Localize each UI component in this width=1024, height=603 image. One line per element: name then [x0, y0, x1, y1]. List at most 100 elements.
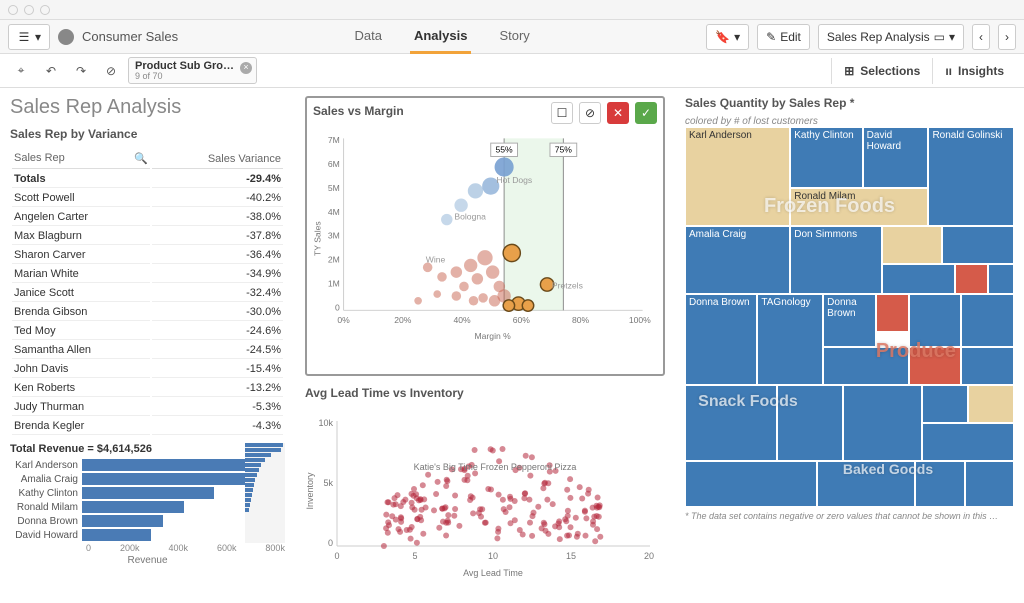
- svg-text:10: 10: [488, 551, 498, 561]
- table-row[interactable]: Ken Roberts-13.2%: [12, 380, 283, 397]
- treemap-cell[interactable]: Donna Brown: [685, 294, 757, 385]
- step-back-button[interactable]: ↶: [38, 58, 64, 84]
- search-selection-icon: ⌖: [18, 63, 25, 78]
- bar-row[interactable]: David Howard: [10, 529, 285, 541]
- selections-icon: ⊞: [844, 64, 854, 78]
- app-title: Consumer Sales: [82, 29, 178, 44]
- treemap-cell[interactable]: [817, 461, 916, 507]
- treemap-cell[interactable]: [882, 264, 954, 294]
- chip-close-icon[interactable]: ×: [240, 62, 252, 74]
- treemap-cell[interactable]: [685, 385, 777, 461]
- svg-text:5: 5: [412, 551, 417, 561]
- bar-row[interactable]: Ronald Milam: [10, 501, 285, 513]
- table-row[interactable]: Janice Scott-32.4%: [12, 285, 283, 302]
- treemap-cell[interactable]: [843, 385, 922, 461]
- table-row[interactable]: John Davis-15.4%: [12, 361, 283, 378]
- selection-chip[interactable]: Product Sub Gro… 9 of 70 ×: [128, 57, 257, 85]
- cancel-button[interactable]: ✕: [607, 102, 629, 124]
- right-panel-tabs: ⊞ Selections ıı Insights: [831, 58, 1016, 84]
- search-icon[interactable]: 🔍: [134, 152, 148, 165]
- table-row[interactable]: Max Blagburn-37.8%: [12, 228, 283, 245]
- bar-row[interactable]: Karl Anderson: [10, 459, 285, 471]
- bar-row[interactable]: Donna Brown: [10, 515, 285, 527]
- svg-text:100%: 100%: [629, 315, 651, 325]
- table-row[interactable]: Sharon Carver-36.4%: [12, 247, 283, 264]
- bar-row[interactable]: Amalia Craig: [10, 473, 285, 485]
- smart-search-button[interactable]: ⌖: [8, 58, 34, 84]
- prev-sheet-button[interactable]: ‹: [972, 24, 990, 50]
- treemap-cell[interactable]: Don Simmons: [790, 226, 882, 294]
- lasso-button[interactable]: ☐: [551, 102, 573, 124]
- treemap-cell[interactable]: [968, 385, 1014, 423]
- treemap-cell[interactable]: Amalia Craig: [685, 226, 790, 294]
- sales-margin-chart[interactable]: ☐ ⊘ ✕ ✓ Sales vs Margin TY Sales 7M 6M 5…: [305, 96, 665, 376]
- app-logo-icon: [58, 29, 74, 45]
- traffic-light-max[interactable]: [40, 5, 50, 15]
- revenue-chart[interactable]: Total Revenue = $4,614,526 Karl Anderson…: [10, 443, 285, 566]
- treemap-cell[interactable]: [922, 423, 1014, 461]
- treemap-cell[interactable]: [965, 461, 1014, 507]
- edit-button[interactable]: ✎ Edit: [757, 24, 810, 50]
- svg-text:Wine: Wine: [426, 255, 446, 265]
- treemap-cell[interactable]: [777, 385, 843, 461]
- bar-row[interactable]: Kathy Clinton: [10, 487, 285, 499]
- treemap-cell[interactable]: Ronald Golinski: [928, 127, 1014, 226]
- svg-text:20%: 20%: [394, 315, 412, 325]
- treemap-cell[interactable]: [955, 264, 988, 294]
- treemap-cell[interactable]: [942, 226, 1014, 264]
- table-row[interactable]: Angelen Carter-38.0%: [12, 209, 283, 226]
- next-sheet-button[interactable]: ›: [998, 24, 1016, 50]
- variance-table[interactable]: Sales Rep🔍 Sales Variance Totals -29.4% …: [10, 147, 285, 437]
- treemap-title: Sales Quantity by Sales Rep *: [685, 96, 1014, 110]
- selections-tool-button[interactable]: ⊞ Selections: [831, 58, 932, 84]
- window-chrome: [0, 0, 1024, 20]
- table-row[interactable]: Brenda Gibson-30.0%: [12, 304, 283, 321]
- treemap-cell[interactable]: [876, 294, 909, 332]
- svg-text:0%: 0%: [337, 315, 350, 325]
- confirm-button[interactable]: ✓: [635, 102, 657, 124]
- traffic-light-min[interactable]: [24, 5, 34, 15]
- treemap-cell[interactable]: [685, 461, 817, 507]
- col-variance[interactable]: Sales Variance: [152, 149, 283, 169]
- treemap-cell[interactable]: [988, 264, 1014, 294]
- table-row[interactable]: Brenda Kegler-4.3%: [12, 418, 283, 435]
- treemap-cell[interactable]: [961, 347, 1014, 385]
- table-row[interactable]: Ted Moy-24.6%: [12, 323, 283, 340]
- treemap-cell[interactable]: TAGnology: [757, 294, 823, 385]
- treemap-cell[interactable]: Kathy Clinton: [790, 127, 862, 188]
- clear-selections-button[interactable]: ⊘: [98, 58, 124, 84]
- treemap-chart[interactable]: Karl Anderson Kathy Clinton David Howard…: [685, 127, 1014, 507]
- treemap-cell[interactable]: [961, 294, 1014, 347]
- clear-selection-button[interactable]: ⊘: [579, 102, 601, 124]
- treemap-cell[interactable]: [915, 461, 964, 507]
- treemap-cell[interactable]: Donna Brown: [823, 294, 876, 347]
- treemap-cell[interactable]: [922, 385, 968, 423]
- table-row[interactable]: Judy Thurman-5.3%: [12, 399, 283, 416]
- treemap-cell[interactable]: [882, 226, 941, 264]
- treemap-cell[interactable]: [823, 347, 909, 385]
- traffic-light-close[interactable]: [8, 5, 18, 15]
- table-row[interactable]: Samantha Allen-24.5%: [12, 342, 283, 359]
- treemap-cell[interactable]: David Howard: [863, 127, 929, 188]
- page-title: Sales Rep Analysis: [10, 96, 285, 119]
- tab-data[interactable]: Data: [351, 20, 386, 54]
- table-row[interactable]: Marian White-34.9%: [12, 266, 283, 283]
- step-forward-button[interactable]: ↷: [68, 58, 94, 84]
- bookmark-button[interactable]: 🔖 ▾: [706, 24, 749, 50]
- leadtime-chart[interactable]: Avg Lead Time vs Inventory Inventory 10k…: [305, 386, 665, 589]
- treemap-cell[interactable]: [909, 347, 962, 385]
- sheet-dropdown[interactable]: Sales Rep Analysis ▭ ▾: [818, 24, 964, 50]
- treemap-cell[interactable]: Karl Anderson: [685, 127, 790, 226]
- table-row[interactable]: Scott Powell-40.2%: [12, 190, 283, 207]
- treemap-cell[interactable]: [909, 294, 962, 347]
- insights-button[interactable]: ıı Insights: [932, 58, 1016, 84]
- left-column: Sales Rep Analysis Sales Rep by Variance…: [0, 88, 295, 603]
- svg-text:40%: 40%: [453, 315, 471, 325]
- treemap-cell[interactable]: Ronald Milam: [790, 188, 928, 226]
- tab-analysis[interactable]: Analysis: [410, 20, 471, 54]
- svg-text:Bologna: Bologna: [454, 212, 486, 222]
- menu-button[interactable]: ☰ ▾: [8, 24, 50, 50]
- col-sales-rep[interactable]: Sales Rep🔍: [12, 149, 150, 169]
- clear-sel-icon: ⊘: [585, 106, 595, 120]
- tab-story[interactable]: Story: [495, 20, 533, 54]
